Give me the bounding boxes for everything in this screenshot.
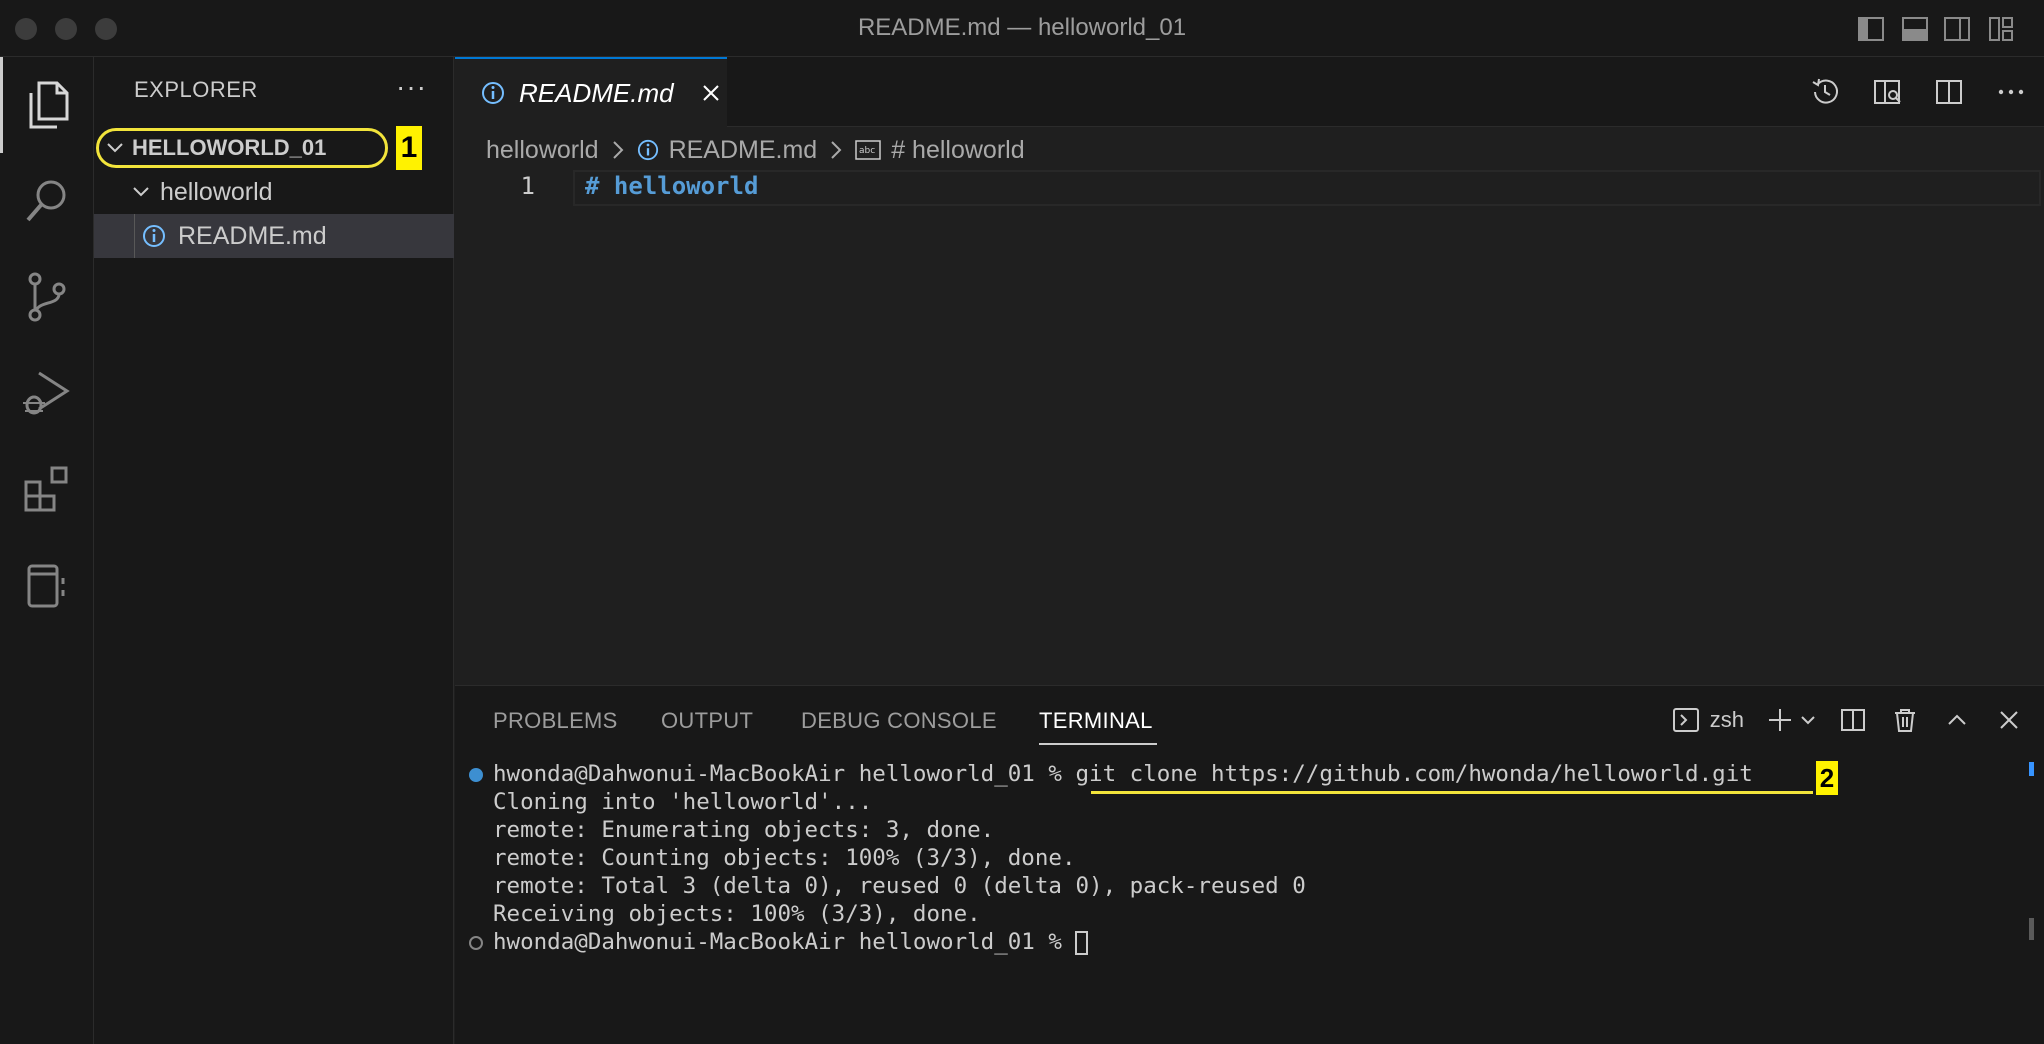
line-number: 1 — [520, 172, 535, 200]
chevron-down-icon — [130, 181, 152, 203]
breadcrumb-file[interactable]: README.md — [669, 136, 818, 165]
timeline-history-icon[interactable] — [1808, 75, 1842, 109]
terminal-line: Receiving objects: 100% (3/3), done. — [493, 901, 981, 927]
window-title: README.md — helloworld_01 — [857, 14, 1187, 41]
code-editor[interactable]: 1 # helloworld — [455, 170, 2044, 685]
file-label: README.md — [178, 221, 327, 250]
trash-icon[interactable] — [1890, 704, 1920, 736]
chevron-right-icon — [827, 141, 845, 159]
terminal-prompt: hwonda@Dahwonui-MacBookAir helloworld_01… — [493, 761, 1076, 787]
close-icon[interactable] — [700, 82, 722, 104]
chevron-right-icon — [609, 141, 627, 159]
more-actions-icon[interactable]: ··· — [396, 71, 427, 103]
tab-output[interactable]: OUTPUT — [661, 708, 753, 734]
terminal-icon — [1672, 708, 1699, 732]
editor-tabs: README.md — [455, 57, 2044, 127]
annotation-oval — [96, 128, 388, 168]
panel-actions: zsh — [1672, 704, 2024, 736]
terminal-output[interactable]: hwonda@Dahwonui-MacBookAir helloworld_01… — [493, 760, 1753, 956]
source-control-icon[interactable] — [0, 249, 94, 345]
scrollbar-thumb[interactable] — [2029, 918, 2034, 940]
terminal-shell-selector[interactable]: zsh — [1672, 704, 1744, 736]
terminal-line: remote: Total 3 (delta 0), reused 0 (del… — [493, 873, 1306, 899]
string-symbol-icon: abc — [855, 139, 881, 161]
extensions-icon[interactable] — [0, 441, 94, 537]
split-editor-icon[interactable] — [1932, 75, 1966, 109]
folder-label: helloworld — [160, 177, 273, 206]
toggle-primary-sidebar-icon[interactable] — [1856, 14, 1886, 44]
plus-icon — [1769, 709, 1791, 731]
info-icon — [637, 139, 659, 161]
terminal-line: remote: Counting objects: 100% (3/3), do… — [493, 845, 1076, 871]
current-line-highlight — [573, 170, 2041, 206]
bottom-panel: PROBLEMS OUTPUT DEBUG CONSOLE TERMINAL z… — [455, 685, 2044, 1044]
scrollbar-marker — [2029, 762, 2034, 776]
tab-terminal[interactable]: TERMINAL — [1039, 708, 1153, 734]
breadcrumb-symbol[interactable]: # helloworld — [891, 136, 1024, 165]
breadcrumb-folder[interactable]: helloworld — [486, 136, 599, 165]
open-preview-icon[interactable] — [1870, 75, 1904, 109]
terminal-cursor — [1075, 930, 1089, 955]
toggle-panel-icon[interactable] — [1900, 14, 1930, 44]
active-tab-indicator — [1039, 743, 1157, 745]
split-terminal-icon[interactable] — [1838, 704, 1868, 736]
svg-text:abc: abc — [859, 146, 875, 156]
sidebar-title: EXPLORER — [134, 77, 258, 102]
code-line[interactable]: # helloworld — [585, 172, 758, 200]
tab-readme[interactable]: README.md — [455, 57, 727, 127]
explorer-sidebar: EXPLORER ··· HELLOWORLD_01 1 helloworld … — [94, 57, 454, 1044]
more-actions-icon[interactable] — [1994, 75, 2028, 109]
notebook-icon[interactable] — [0, 537, 94, 633]
explorer-icon[interactable] — [0, 57, 94, 153]
annotation-underline — [1091, 791, 1813, 794]
info-icon — [142, 224, 166, 248]
title-bar: README.md — helloworld_01 — [0, 0, 2044, 57]
new-terminal-button[interactable] — [1766, 704, 1816, 736]
terminal-command: git clone https://github.com/hwonda/hell… — [1075, 761, 1753, 787]
search-icon[interactable] — [0, 153, 94, 249]
chevron-down-icon — [1801, 716, 1815, 725]
tab-debug-console[interactable]: DEBUG CONSOLE — [801, 708, 997, 734]
annotation-badge-2: 2 — [1816, 761, 1838, 795]
editor-actions — [1808, 75, 2028, 109]
breadcrumb: helloworld README.md abc # helloworld — [486, 130, 1025, 170]
customize-layout-icon[interactable] — [1986, 14, 2016, 44]
folder-helloworld[interactable]: helloworld — [94, 170, 454, 214]
command-pending-dot — [469, 936, 483, 950]
tab-problems[interactable]: PROBLEMS — [493, 708, 618, 734]
activity-bar — [0, 57, 94, 1044]
maximize-panel-icon[interactable] — [1942, 704, 1972, 736]
terminal-line: remote: Enumerating objects: 3, done. — [493, 817, 995, 843]
terminal-prompt: hwonda@Dahwonui-MacBookAir helloworld_01… — [493, 929, 1076, 955]
annotation-badge-1: 1 — [396, 126, 422, 170]
file-readme[interactable]: README.md — [94, 214, 454, 258]
shell-name: zsh — [1709, 707, 1744, 732]
info-icon — [481, 81, 505, 105]
command-success-dot — [469, 768, 483, 782]
indent-guide — [134, 214, 135, 258]
tab-label: README.md — [519, 77, 674, 108]
run-debug-icon[interactable] — [0, 345, 94, 441]
close-icon[interactable] — [1994, 704, 2024, 736]
toggle-secondary-sidebar-icon[interactable] — [1942, 14, 1972, 44]
